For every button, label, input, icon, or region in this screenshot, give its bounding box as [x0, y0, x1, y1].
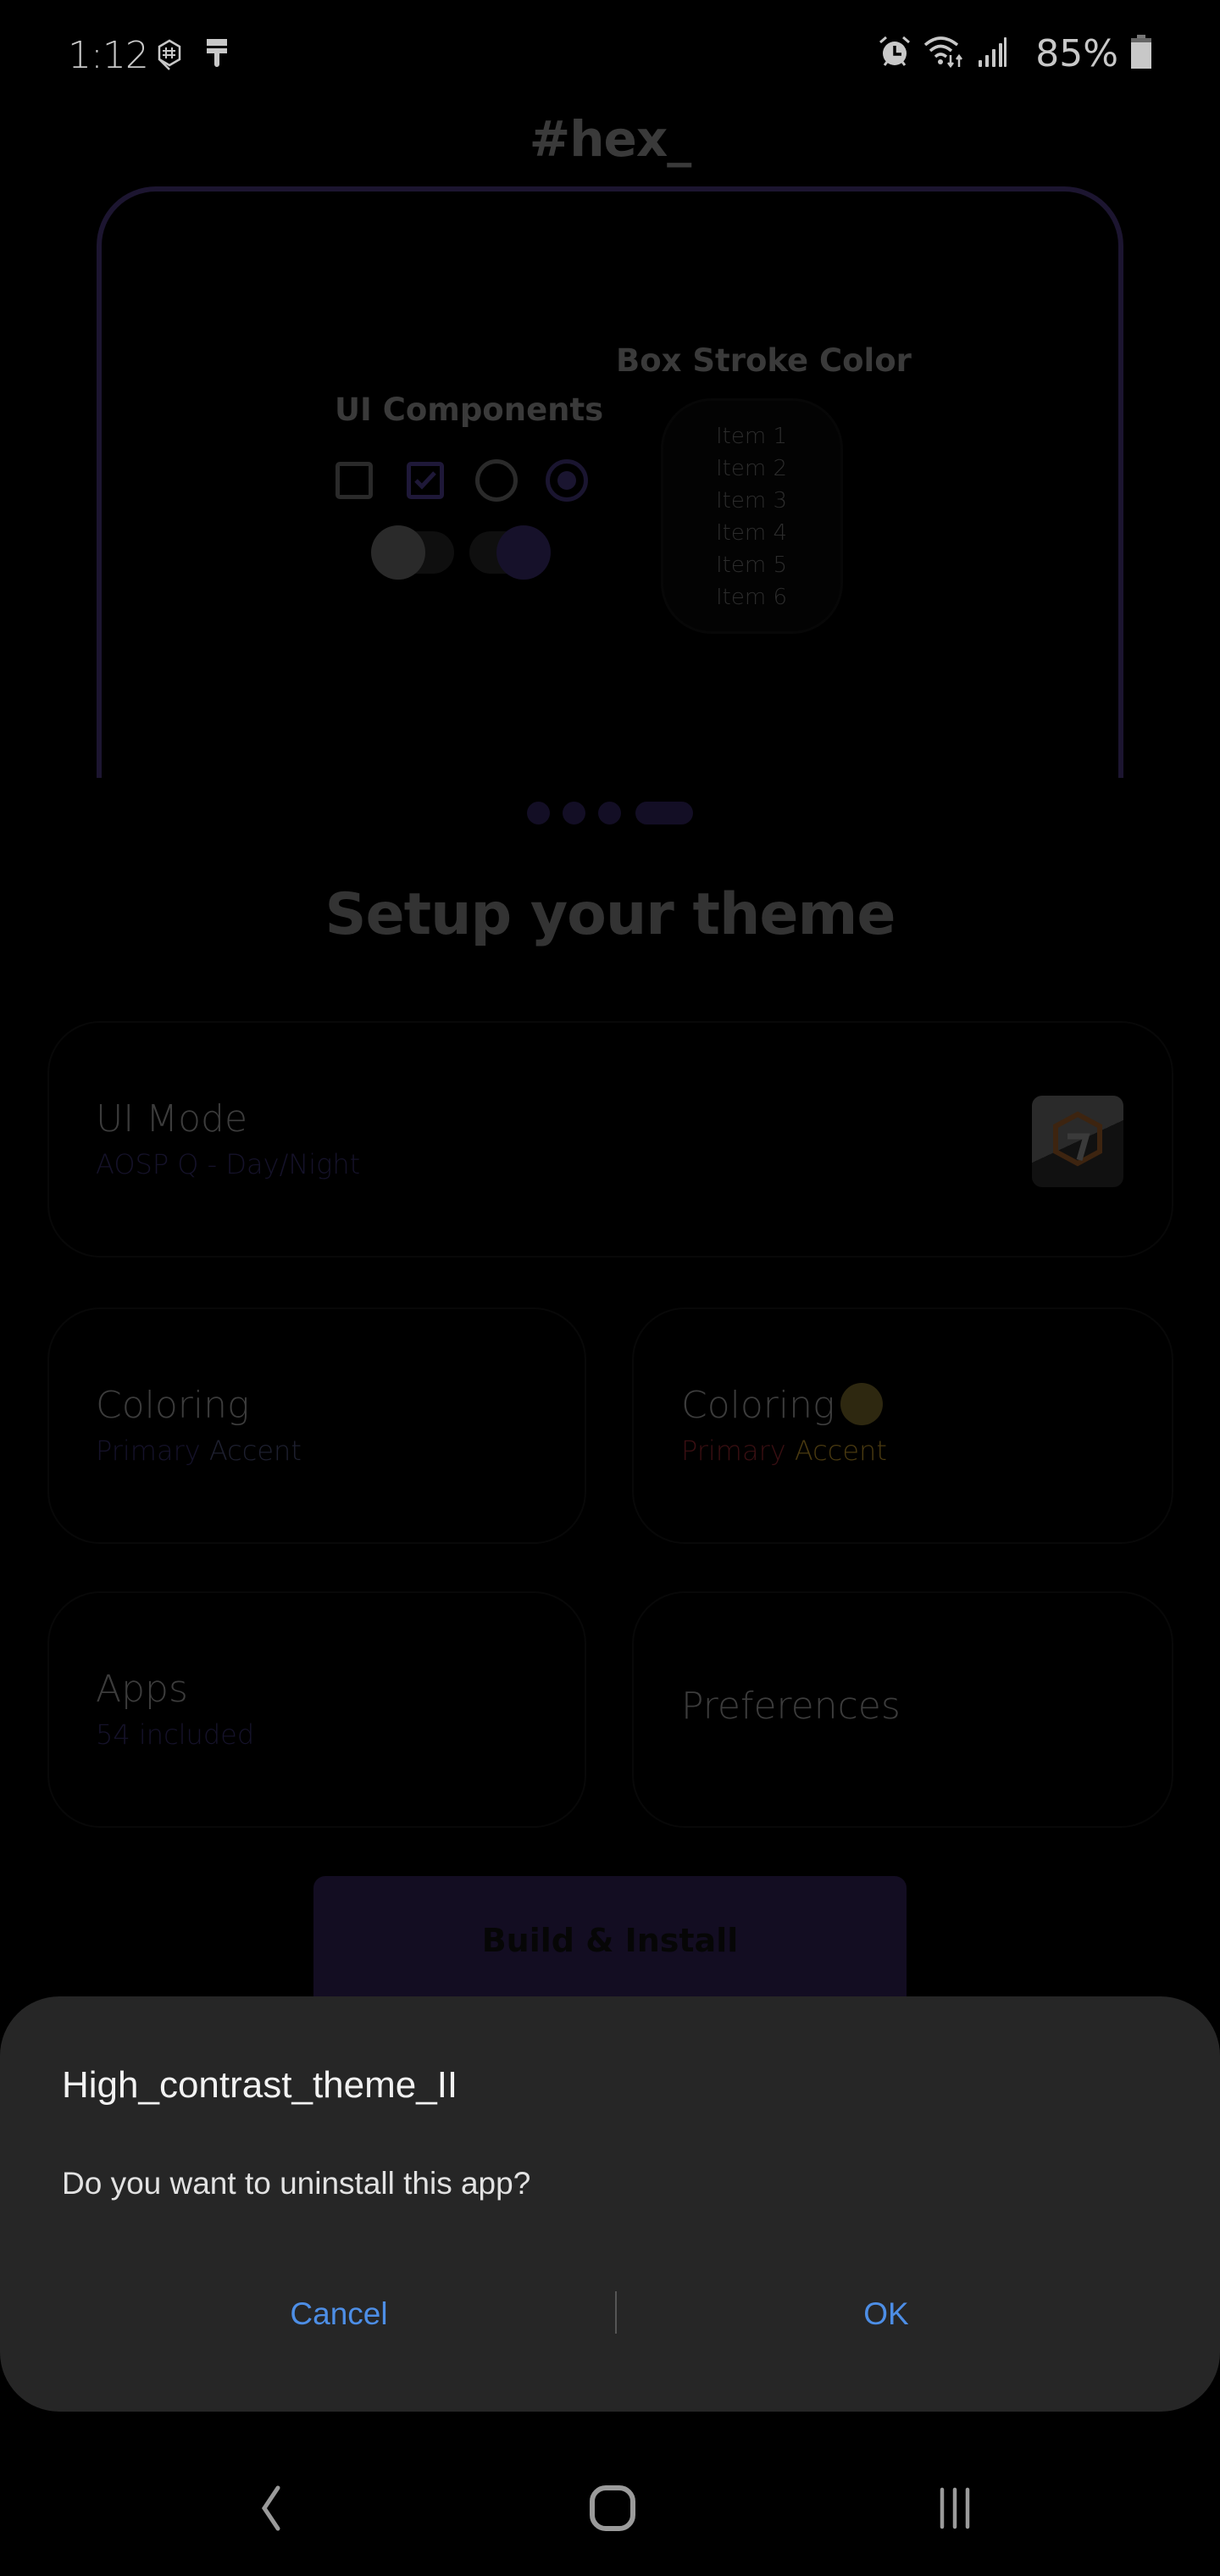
coloring-night-title: Coloring	[96, 1384, 250, 1427]
coloring-night-card[interactable]: Coloring Primary Accent	[49, 1309, 585, 1542]
build-install-label: Build & Install	[481, 1922, 739, 1959]
list-item: Item 2	[716, 456, 787, 481]
apps-title: Apps	[96, 1668, 188, 1711]
uninstall-dialog: High_contrast_theme_II Do you want to un…	[0, 1996, 1220, 2412]
page-dot-2[interactable]	[563, 802, 585, 824]
ui-mode-card[interactable]: UI Mode AOSP Q - Day/Night	[49, 1023, 1172, 1256]
moon-icon	[252, 1380, 279, 1422]
page-dot-1[interactable]	[527, 802, 550, 824]
build-install-button[interactable]: Build & Install	[313, 1876, 907, 2012]
list-item: Item 5	[716, 552, 787, 578]
cancel-button[interactable]: Cancel	[102, 2276, 576, 2352]
preferences-card[interactable]: Preferences	[634, 1593, 1172, 1826]
coloring-day-card[interactable]: Coloring Primary Accent	[634, 1309, 1172, 1542]
paint-brush-icon	[207, 39, 227, 75]
battery-icon	[1130, 35, 1152, 73]
recents-icon	[940, 2487, 970, 2529]
theme-app-icon	[1032, 1096, 1123, 1187]
list-item: Item 4	[716, 520, 787, 546]
dialog-title: High_contrast_theme_II	[62, 2064, 458, 2106]
navigation-bar	[0, 2440, 1220, 2576]
status-time: 1:12	[68, 34, 149, 77]
ui-mode-subtitle: AOSP Q - Day/Night	[96, 1148, 361, 1180]
preferences-title: Preferences	[681, 1685, 901, 1728]
signal-icon	[978, 36, 1007, 71]
home-icon	[590, 2485, 635, 2531]
box-stroke-label: Box Stroke Color	[616, 342, 912, 379]
wifi-icon	[923, 35, 966, 73]
coloring-day-subtitle: Primary Accent	[681, 1435, 887, 1467]
page-dot-4-active[interactable]	[635, 802, 693, 824]
apps-subtitle: 54 included	[96, 1718, 255, 1751]
preview-radio-unchecked	[475, 459, 518, 502]
coloring-night-subtitle: Primary Accent	[96, 1435, 302, 1467]
alarm-icon	[878, 35, 912, 73]
ui-mode-title: UI Mode	[96, 1097, 248, 1141]
dialog-message: Do you want to uninstall this app?	[62, 2166, 531, 2201]
accent-label: Accent	[794, 1435, 887, 1467]
theme-preview-frame[interactable]	[97, 186, 1123, 813]
setup-heading: Setup your theme	[324, 881, 896, 948]
list-item: Item 6	[716, 585, 787, 610]
coloring-day-title: Coloring	[681, 1384, 835, 1427]
list-item: Item 3	[716, 488, 787, 514]
hex-app-icon	[158, 39, 181, 75]
recents-button[interactable]	[904, 2466, 1006, 2551]
status-notification-icons	[158, 39, 227, 75]
app-title: #hex_	[529, 110, 692, 168]
home-button[interactable]	[562, 2466, 663, 2551]
status-system-icons: 85%	[878, 32, 1152, 75]
primary-label: Primary	[96, 1435, 201, 1467]
preview-checkbox-unchecked	[336, 462, 373, 499]
back-button[interactable]	[220, 2466, 322, 2551]
sun-icon	[840, 1383, 883, 1425]
preview-checkbox-checked	[407, 462, 444, 499]
check-icon	[414, 471, 436, 490]
dialog-button-divider	[615, 2291, 617, 2334]
page-dot-3[interactable]	[598, 802, 621, 824]
battery-percent: 85%	[1035, 32, 1118, 75]
list-item: Item 1	[716, 424, 787, 449]
ui-components-label: UI Components	[335, 391, 604, 428]
primary-label: Primary	[681, 1435, 786, 1467]
ok-button[interactable]: OK	[649, 2276, 1123, 2352]
accent-label: Accent	[208, 1435, 302, 1467]
preview-radio-checked	[546, 459, 588, 502]
back-icon	[261, 2485, 280, 2531]
preview-switch-off-thumb	[371, 525, 425, 580]
apps-card[interactable]: Apps 54 included	[49, 1593, 585, 1826]
preview-switch-on-thumb	[496, 525, 551, 580]
